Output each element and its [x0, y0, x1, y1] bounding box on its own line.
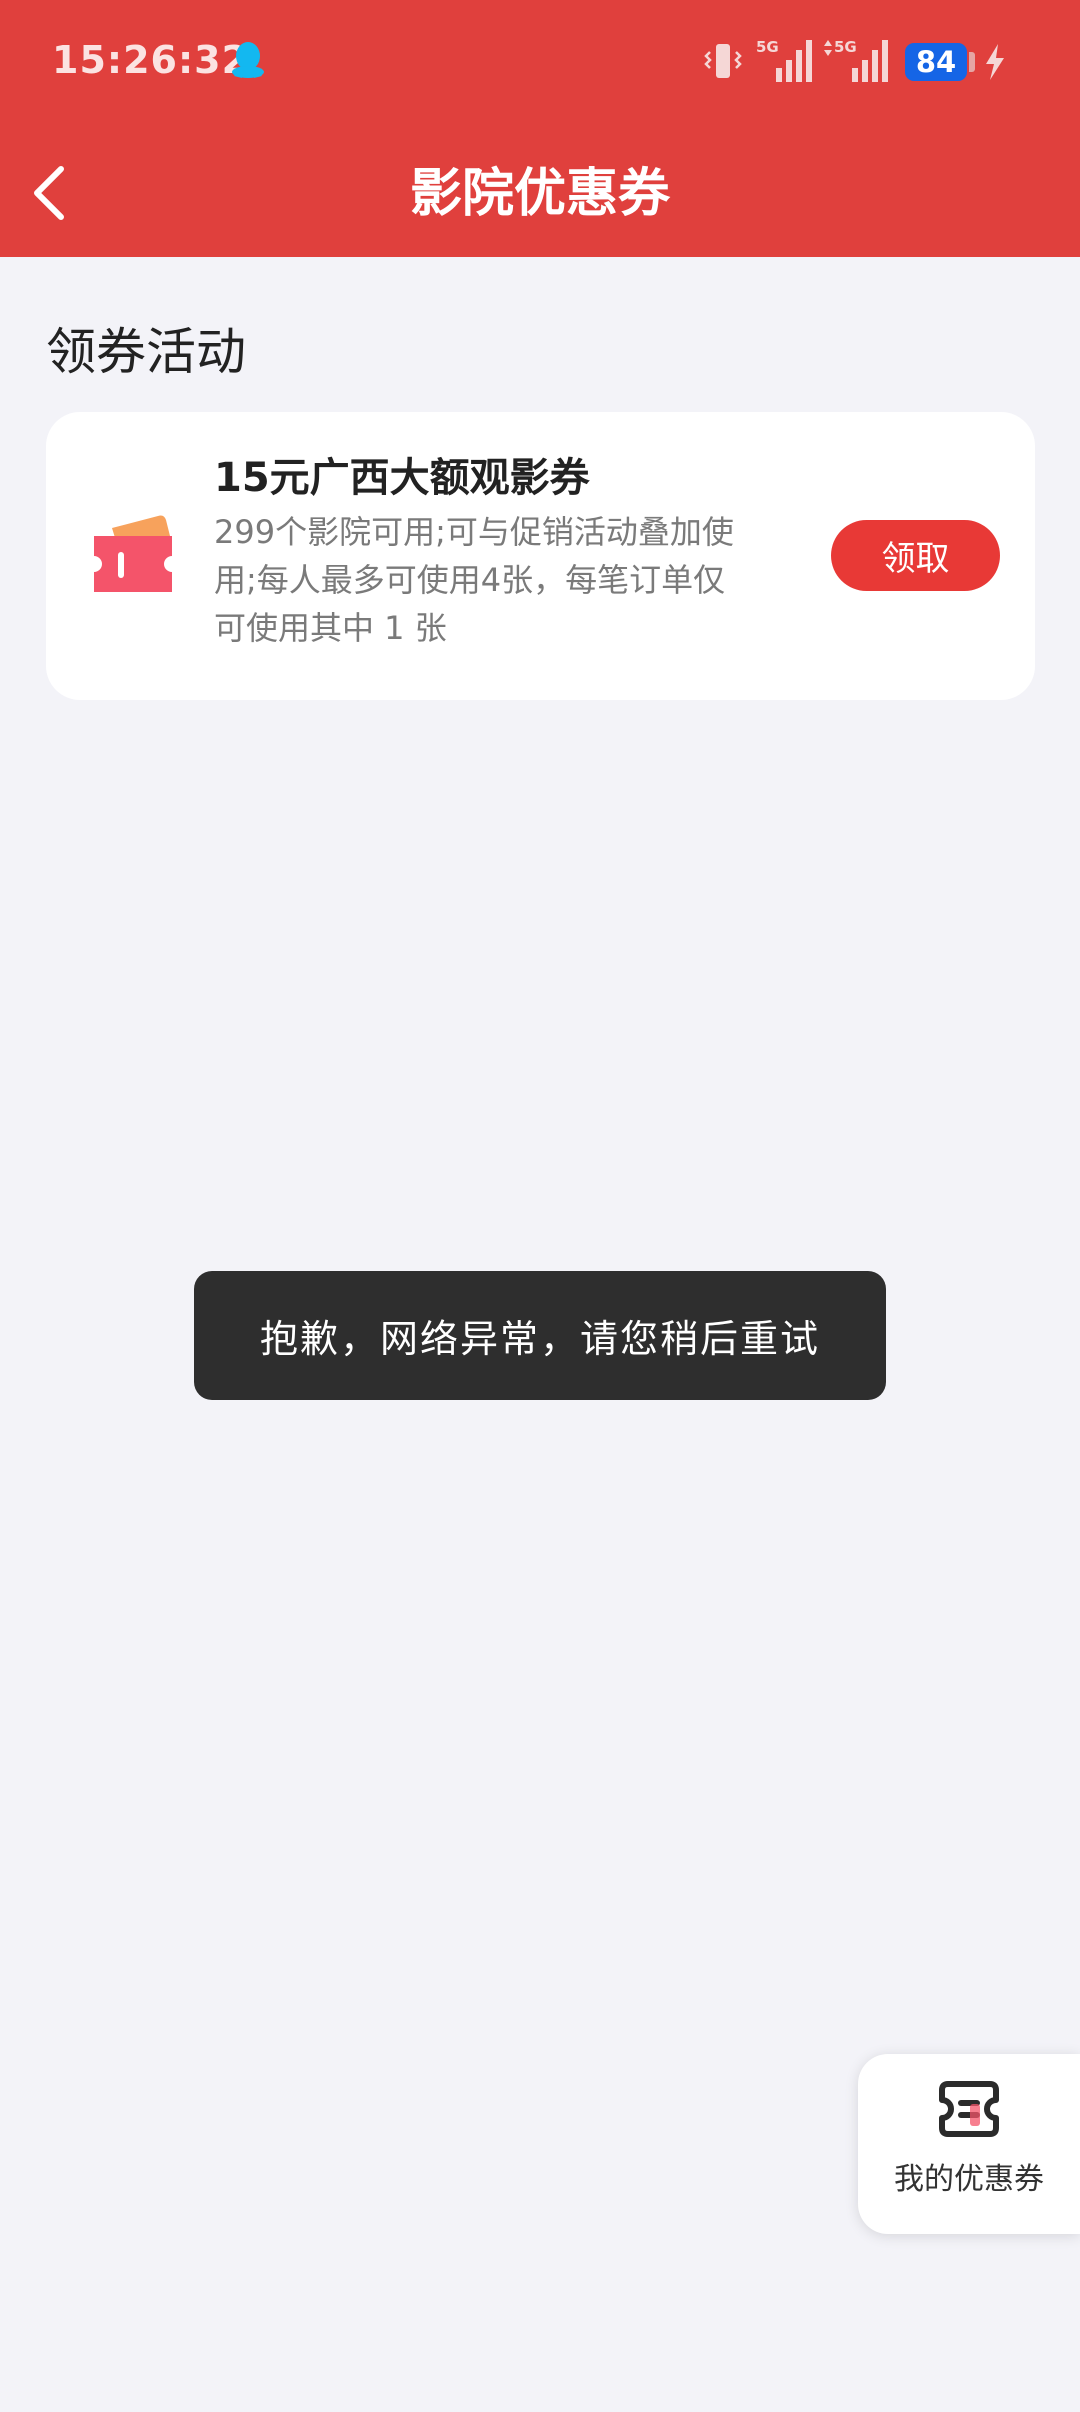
my-coupons-button[interactable]: 我的优惠券: [858, 2054, 1080, 2234]
coupon-card: 15元广西大额观影券 299个影院可用;可与促销活动叠加使用;每人最多可使用4张…: [46, 412, 1035, 700]
ticket-icon: [94, 515, 172, 592]
coupon-icon: [939, 2081, 999, 2137]
status-bar: 15:26:32 5G 5G 84: [0, 0, 1080, 125]
my-coupons-label: 我的优惠券: [894, 2162, 1044, 2197]
coupon-page: 15:26:32 5G 5G 84 影院优惠券 领券活动 15元广西大额观影券 …: [0, 0, 1080, 2412]
qq-notification-icon: [232, 42, 264, 78]
signal-5g-icon-2: 5G: [824, 38, 888, 82]
battery-indicator: 84: [905, 43, 967, 81]
nav-bar: 影院优惠券: [0, 125, 1080, 257]
charging-bolt-icon: [986, 44, 1004, 80]
battery-level: 84: [915, 45, 957, 79]
battery-cap: [969, 52, 975, 72]
page-title: 影院优惠券: [409, 164, 670, 224]
coupon-info: 15元广西大额观影券 299个影院可用;可与促销活动叠加使用;每人最多可使用4张…: [214, 454, 754, 652]
network-label-1: 5G: [756, 38, 779, 56]
coupon-name: 15元广西大额观影券: [214, 455, 590, 501]
status-time: 15:26:32: [52, 38, 250, 82]
vibrate-icon: [704, 44, 742, 78]
app-header: 15:26:32 5G 5G 84 影院优惠券: [0, 0, 1080, 257]
coupon-description: 299个影院可用;可与促销活动叠加使用;每人最多可使用4张，每笔订单仅可使用其中…: [214, 513, 734, 647]
error-toast: 抱歉，网络异常，请您稍后重试: [194, 1271, 886, 1400]
section-title: 领券活动: [46, 323, 246, 381]
network-label-2: 5G: [834, 38, 857, 56]
signal-5g-icon: 5G: [756, 38, 812, 82]
claim-button[interactable]: 领取: [831, 520, 1000, 591]
